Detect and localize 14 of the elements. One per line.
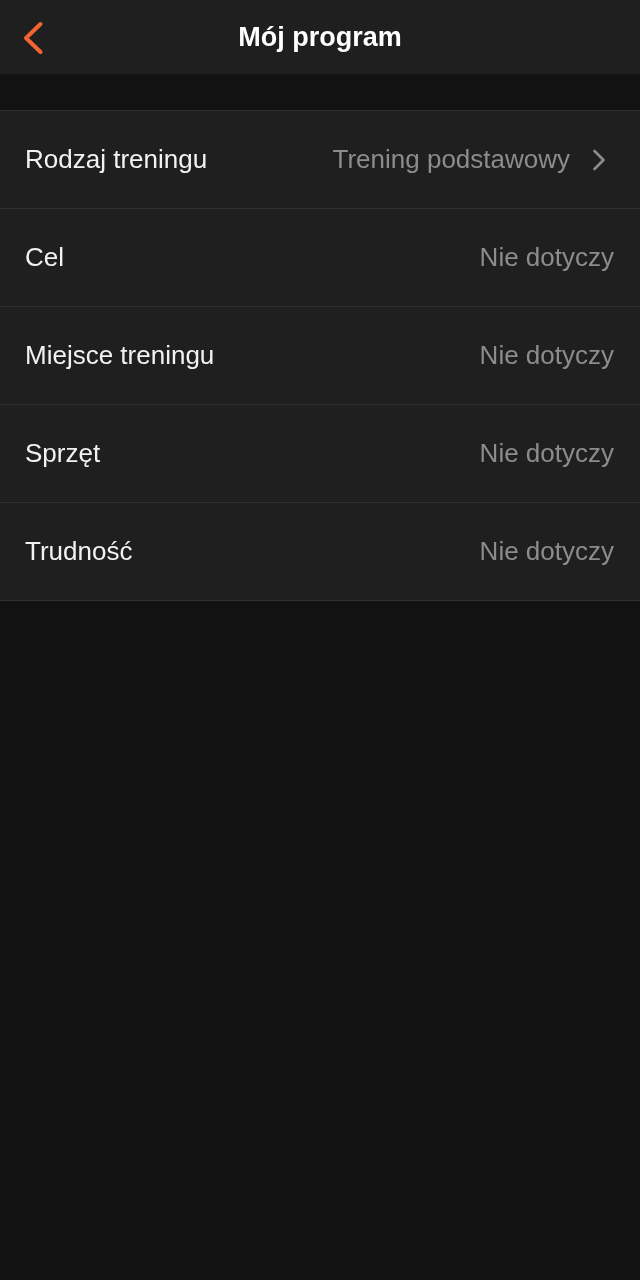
- chevron-right-icon: [592, 148, 606, 171]
- setting-value: Nie dotyczy: [479, 340, 614, 371]
- settings-row[interactable]: Rodzaj treningu Trening podstawowy: [0, 111, 640, 209]
- setting-value: Nie dotyczy: [479, 536, 614, 567]
- setting-label: Sprzęt: [25, 438, 101, 469]
- setting-label: Trudność: [25, 536, 133, 567]
- setting-value: Trening podstawowy: [332, 144, 570, 175]
- setting-value: Nie dotyczy: [479, 438, 614, 469]
- setting-label: Rodzaj treningu: [25, 144, 208, 175]
- back-chevron-icon: [22, 21, 44, 55]
- setting-label: Cel: [25, 242, 64, 273]
- page-title: Mój program: [238, 21, 402, 53]
- setting-value: Nie dotyczy: [479, 242, 614, 273]
- setting-label: Miejsce treningu: [25, 340, 215, 371]
